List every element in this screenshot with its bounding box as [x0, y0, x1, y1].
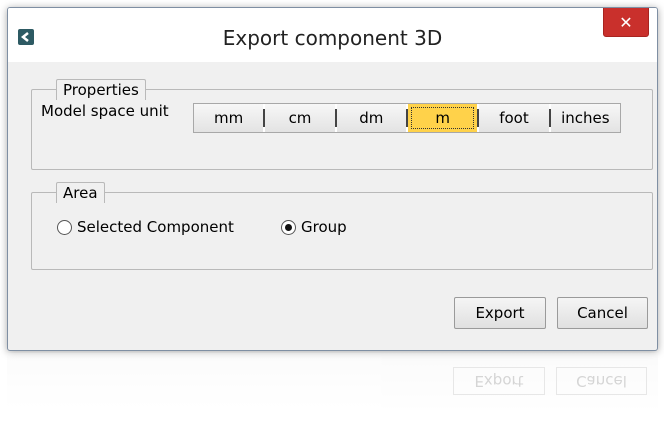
- unit-cm-button[interactable]: cm: [265, 104, 335, 132]
- unit-m-button[interactable]: m: [407, 104, 478, 132]
- unit-dm-button[interactable]: dm: [336, 104, 406, 132]
- selected-component-label: Selected Component: [77, 218, 234, 236]
- area-group: Area Selected Component Group: [31, 182, 653, 270]
- export-button[interactable]: Export: [454, 297, 546, 329]
- area-legend: Area: [56, 182, 105, 203]
- unit-mm-button[interactable]: mm: [194, 104, 264, 132]
- title-bar[interactable]: Export component 3D ✕: [8, 8, 657, 62]
- close-icon: ✕: [619, 12, 633, 32]
- cancel-button-reflection: Cancel: [556, 367, 647, 395]
- unit-inches-button[interactable]: inches: [550, 104, 620, 132]
- window-reflection: Export Cancel: [7, 353, 658, 434]
- selected-component-radio[interactable]: Selected Component: [57, 218, 234, 236]
- model-space-unit-label: Model space unit: [41, 102, 169, 120]
- unit-selector: mm cm dm m foot inches: [193, 103, 621, 133]
- export-component-dialog: Export component 3D ✕ Properties Model s…: [7, 7, 658, 351]
- group-label: Group: [301, 218, 347, 236]
- properties-group: Properties Model space unit mm cm dm m f…: [31, 79, 653, 170]
- dialog-body: Properties Model space unit mm cm dm m f…: [16, 63, 653, 344]
- cancel-button[interactable]: Cancel: [557, 297, 648, 329]
- radio-button-unchecked[interactable]: [57, 219, 72, 235]
- radio-button-checked[interactable]: [281, 219, 296, 235]
- unit-foot-button[interactable]: foot: [479, 104, 549, 132]
- radio-selected-dot: [285, 223, 292, 231]
- properties-legend: Properties: [56, 79, 146, 100]
- window-title: Export component 3D: [222, 26, 443, 50]
- export-button-reflection: Export: [453, 367, 545, 395]
- close-button[interactable]: ✕: [603, 8, 649, 37]
- group-radio[interactable]: Group: [281, 218, 347, 236]
